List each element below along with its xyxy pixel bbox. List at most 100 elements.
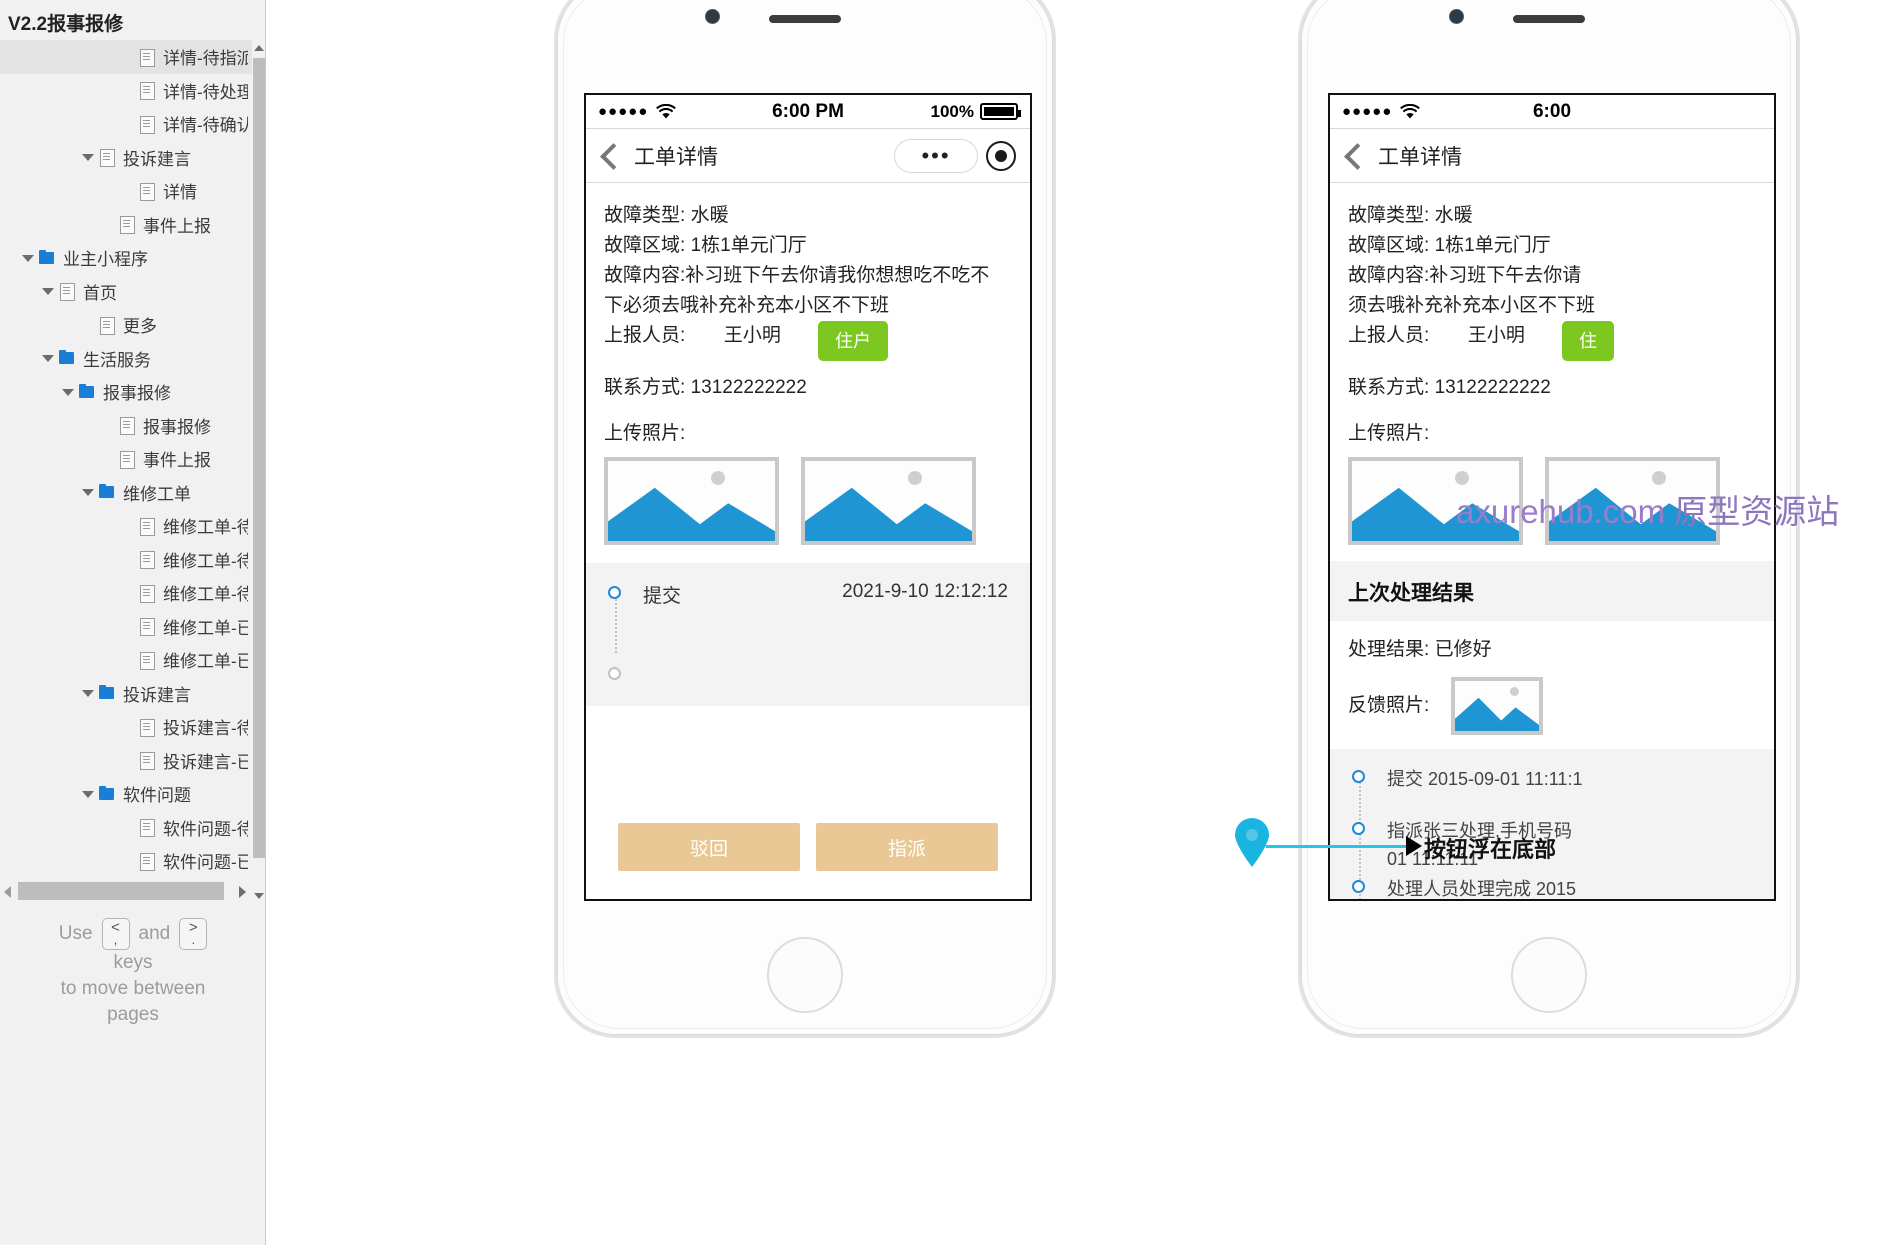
tree-item-1[interactable]: 详情-待处理 — [0, 74, 252, 108]
tree-item-14[interactable]: 维修工单-待指派 — [0, 509, 252, 543]
photos-label: 上传照片: — [1348, 423, 1430, 444]
wechat-capsule[interactable]: ••• — [894, 138, 1016, 173]
photo-thumb[interactable] — [604, 457, 779, 545]
chevron-down-icon[interactable] — [80, 484, 96, 500]
scroll-right-icon[interactable] — [234, 881, 252, 901]
chevron-down-icon[interactable] — [80, 786, 96, 802]
reject-button[interactable]: 驳回 — [618, 823, 800, 871]
keyhint-line3: to move between — [60, 978, 206, 999]
back-icon[interactable] — [600, 142, 618, 170]
timeline-text: 处理人员处理完成 2015 — [1387, 879, 1577, 899]
tree-item-9[interactable]: 生活服务 — [0, 342, 252, 376]
tree-item-3[interactable]: 投诉建言 — [0, 141, 252, 175]
scroll-up-icon[interactable] — [252, 40, 265, 56]
tree-item-label: 维修工单-待确认 — [163, 585, 248, 605]
phone-home-button[interactable] — [767, 937, 843, 1013]
phone-home-button[interactable] — [1511, 937, 1587, 1013]
photo-thumb[interactable] — [801, 457, 976, 545]
nav-title: 工单详情 — [634, 145, 718, 169]
page-icon — [116, 215, 138, 235]
tree-item-13[interactable]: 维修工单 — [0, 476, 252, 510]
signal-dots-icon: ●●●●● — [1342, 103, 1421, 120]
assign-button[interactable]: 指派 — [816, 823, 998, 871]
feedback-label: 反馈照片: — [1348, 695, 1430, 716]
chevron-down-icon[interactable] — [40, 350, 56, 366]
horizontal-scroll-track[interactable] — [16, 882, 234, 900]
fault-content-label: 故障内容: — [604, 265, 686, 286]
page-icon — [136, 115, 158, 134]
tree-item-22[interactable]: 软件问题 — [0, 777, 252, 811]
fault-type-value: 水暖 — [1434, 205, 1473, 226]
tree-item-label: 事件上报 — [143, 216, 211, 236]
tree-item-4[interactable]: 详情 — [0, 174, 252, 208]
tree-horizontal-scrollbar[interactable] — [0, 878, 252, 904]
close-icon[interactable] — [986, 140, 1016, 171]
tree-item-24[interactable]: 软件问题-已回复 — [0, 844, 252, 878]
page-icon — [116, 416, 138, 436]
tree-item-17[interactable]: 维修工单-已完成 — [0, 610, 252, 644]
fault-area-line: 故障区域: 1栋1单元门厅 — [604, 231, 1012, 261]
tree-item-label: 事件上报 — [143, 451, 211, 471]
folder-icon — [56, 349, 78, 367]
tree-item-20[interactable]: 投诉建言-待回复 — [0, 710, 252, 744]
folder-icon — [96, 785, 118, 803]
photo-thumb[interactable] — [1451, 677, 1544, 735]
tree-item-7[interactable]: 首页 — [0, 275, 252, 309]
keyhint-line2: keys — [113, 952, 153, 973]
status-bar-left: ●●●●● 6:00 PM 100% — [586, 95, 1030, 129]
page-tree[interactable]: 详情-待指派 详情-待处理 详情-待确认 投诉建言 详情 事件上报 业主小程序 首页 更多 生活服… — [0, 40, 252, 878]
tree-item-5[interactable]: 事件上报 — [0, 208, 252, 242]
reporter-line: 上报人员: 王小明 住 — [1348, 321, 1756, 361]
tree-item-18[interactable]: 维修工单-已驳回 — [0, 643, 252, 677]
pages-sidebar: V2.2报事报修 详情-待指派 详情-待处理 详情-待确认 投诉建言 详情 事件上报 业主小… — [0, 0, 266, 1245]
page-icon — [136, 81, 158, 101]
tree-item-0[interactable]: 详情-待指派 — [0, 40, 252, 74]
tree-item-label: 维修工单-已完成 — [163, 618, 248, 638]
tree-item-11[interactable]: 报事报修 — [0, 409, 252, 443]
tree-item-21[interactable]: 投诉建言-已回复 — [0, 744, 252, 778]
chevron-down-icon[interactable] — [40, 283, 56, 299]
page-icon — [116, 450, 138, 469]
tree-item-6[interactable]: 业主小程序 — [0, 241, 252, 275]
scroll-down-icon[interactable] — [252, 888, 265, 904]
horizontal-scroll-thumb[interactable] — [18, 882, 224, 900]
photo-list — [1348, 457, 1756, 545]
tree-item-15[interactable]: 维修工单-待处理 — [0, 543, 252, 577]
scroll-left-icon[interactable] — [0, 881, 16, 901]
location-pin-icon[interactable] — [1233, 818, 1271, 868]
tree-item-2[interactable]: 详情-待确认 — [0, 107, 252, 141]
tree-item-19[interactable]: 投诉建言 — [0, 677, 252, 711]
page-icon — [136, 617, 158, 637]
tree-item-16[interactable]: 维修工单-待确认 — [0, 576, 252, 610]
tree-vertical-scrollbar[interactable] — [252, 40, 265, 904]
more-menu-icon[interactable]: ••• — [894, 138, 978, 173]
tree-item-label: 生活服务 — [83, 350, 151, 370]
chevron-down-icon[interactable] — [20, 250, 36, 266]
tree-item-label: 软件问题-已回复 — [163, 853, 248, 873]
chevron-down-icon[interactable] — [80, 685, 96, 701]
tree-item-label: 更多 — [123, 317, 157, 337]
timeline-dot — [1352, 770, 1365, 783]
wifi-icon — [656, 103, 677, 118]
result-value: 已修好 — [1434, 639, 1492, 660]
page-icon — [136, 818, 158, 838]
tree-item-10[interactable]: 报事报修 — [0, 375, 252, 409]
photo-thumb[interactable] — [1348, 457, 1523, 545]
fault-type-label: 故障类型: — [604, 205, 686, 226]
chevron-down-icon[interactable] — [80, 149, 96, 165]
vertical-scroll-thumb[interactable] — [253, 58, 265, 858]
photo-thumb[interactable] — [1545, 457, 1720, 545]
timeline-row: 提交 2021-9-10 12:12:12 — [586, 581, 1030, 608]
keyhint-and: and — [138, 923, 171, 944]
status-time: 6:00 PM — [772, 100, 844, 122]
last-result-body: 处理结果: 已修好 反馈照片: — [1330, 621, 1774, 735]
chevron-down-icon[interactable] — [60, 384, 76, 400]
phone-speaker-icon — [1513, 15, 1585, 23]
back-icon[interactable] — [1344, 142, 1362, 170]
tree-item-8[interactable]: 更多 — [0, 308, 252, 342]
tree-item-12[interactable]: 事件上报 — [0, 442, 252, 476]
contact-value: 13122222222 — [1434, 377, 1551, 398]
tree-item-23[interactable]: 软件问题-待回复 — [0, 811, 252, 845]
